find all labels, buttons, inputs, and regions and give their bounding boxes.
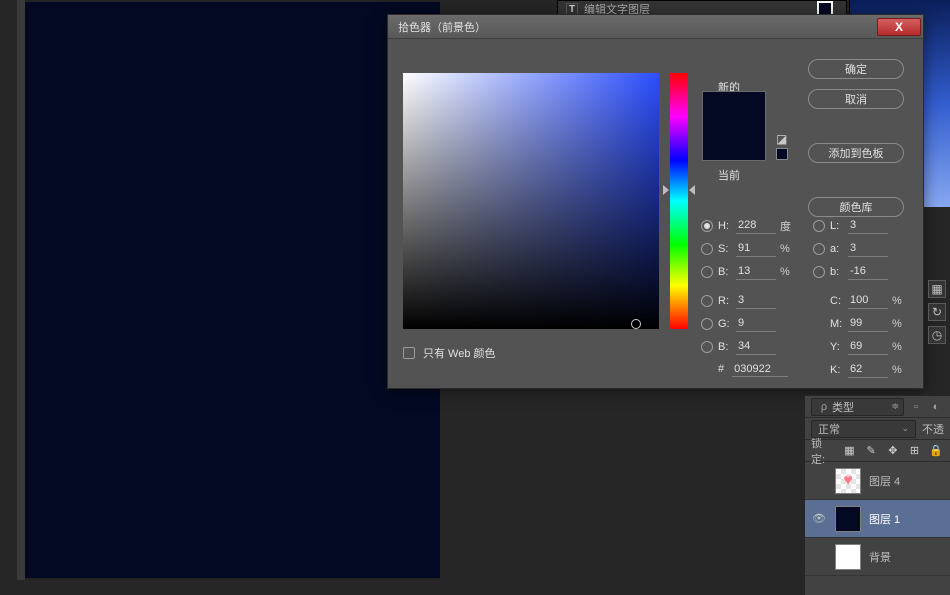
ok-button[interactable]: 确定 [808,59,904,79]
layer-name[interactable]: 图层 1 [869,511,944,527]
s-label: S: [718,243,736,255]
layer-row[interactable]: 👁 图层 1 [805,500,950,538]
current-color-label: 当前 [718,167,740,183]
a-input[interactable] [848,241,888,257]
hue-indicator [689,185,695,195]
b-label: B: [718,266,736,278]
lb-input[interactable] [848,264,888,280]
radio-bl[interactable] [701,341,713,353]
r-input[interactable] [736,293,776,309]
b2-label: B: [718,341,736,353]
lock-pixels-icon[interactable]: ▦ [842,443,858,459]
layer-thumbnail[interactable]: ♥ [835,468,861,494]
radio-r[interactable] [701,295,713,307]
m-label: M: [830,318,848,330]
add-swatch-button[interactable]: 添加到色板 [808,143,904,163]
web-only-checkbox[interactable] [403,347,415,359]
lock-move-icon[interactable]: ✥ [885,443,901,459]
hue-indicator [663,185,669,195]
m-input[interactable] [848,316,888,332]
image-canvas[interactable] [25,2,440,578]
c-input[interactable] [848,293,888,309]
layers-panel: ρ 类型 ≑ ▫ ◐ 正常 ⌄ 不透 锁定: ▦ ✎ ✥ ⊞ 🔒 ♥ 图层 4 … [805,395,950,595]
radio-a[interactable] [813,243,825,255]
a-label: a: [830,243,848,255]
cancel-button[interactable]: 取消 [808,89,904,109]
hex-input[interactable] [732,361,788,377]
radio-g[interactable] [701,318,713,330]
g-label: G: [718,318,736,330]
filter-type-select[interactable]: ρ 类型 ≑ [811,398,904,416]
m-unit: % [892,318,908,330]
scrollbar[interactable] [17,0,25,580]
layer-row[interactable]: ♥ 图层 4 [805,462,950,500]
new-color[interactable] [703,92,765,126]
radio-l[interactable] [813,220,825,232]
lock-brush-icon[interactable]: ✎ [863,443,879,459]
visibility-toggle[interactable]: 👁 [811,512,827,525]
layer-thumbnail[interactable] [835,506,861,532]
layer-name[interactable]: 图层 4 [869,473,944,489]
layer-thumbnail[interactable] [835,544,861,570]
lock-frame-icon[interactable]: ⊞ [907,443,923,459]
color-picker-dialog: 拾色器（前景色） X 新的 当前 ◪ 确定 取消 添加到色板 颜色库 H:度 S… [387,14,924,389]
chevron-down-icon: ⌄ [901,423,909,434]
h-unit: 度 [780,218,796,234]
hex-label: # [718,363,724,375]
layer-row[interactable]: 背景 [805,538,950,576]
b-input[interactable] [736,264,776,280]
saturation-value-field[interactable] [403,73,659,329]
y-unit: % [892,341,908,353]
h-label: H: [718,220,736,232]
gamut-warning-icon[interactable]: ◪ [776,132,787,146]
filter-type-label: 类型 [832,399,854,415]
k-input[interactable] [848,362,888,378]
search-icon: ρ [816,399,832,415]
hue-slider[interactable] [670,73,688,329]
color-preview-patch [702,91,766,161]
b2-input[interactable] [736,339,776,355]
radio-lb[interactable] [813,266,825,278]
y-label: Y: [830,341,848,353]
filter-pixel-icon[interactable]: ▫ [908,399,924,415]
k-label: K: [830,364,848,376]
dialog-titlebar[interactable]: 拾色器（前景色） X [388,15,923,39]
panel-icon-3[interactable]: ◷ [928,326,946,344]
lock-all-icon[interactable]: 🔒 [928,443,944,459]
l-input[interactable] [848,218,888,234]
web-only-label: 只有 Web 颜色 [423,345,496,361]
l-label: L: [830,220,848,232]
chevron-down-icon: ≑ [891,401,899,412]
radio-s[interactable] [701,243,713,255]
canvas-area [17,0,440,580]
layer-name[interactable]: 背景 [869,549,944,565]
opacity-label: 不透 [922,421,944,437]
sv-marker[interactable] [631,319,641,329]
panel-icon-1[interactable]: ▦ [928,280,946,298]
r-label: R: [718,295,736,307]
s-unit: % [780,243,796,255]
close-button[interactable]: X [877,18,921,36]
radio-b[interactable] [701,266,713,278]
h-input[interactable] [736,218,776,234]
lock-label: 锁定: [811,435,836,467]
lb-label: b: [830,266,848,278]
b-unit: % [780,266,796,278]
dialog-title: 拾色器（前景色） [398,19,486,35]
current-color[interactable] [703,126,765,160]
panel-icon-2[interactable]: ↻ [928,303,946,321]
k-unit: % [892,364,908,376]
radio-h[interactable] [701,220,713,232]
y-input[interactable] [848,339,888,355]
c-unit: % [892,295,908,307]
websafe-swatch[interactable] [776,148,788,160]
g-input[interactable] [736,316,776,332]
filter-adjust-icon[interactable]: ◐ [928,399,944,415]
s-input[interactable] [736,241,776,257]
c-label: C: [830,295,848,307]
